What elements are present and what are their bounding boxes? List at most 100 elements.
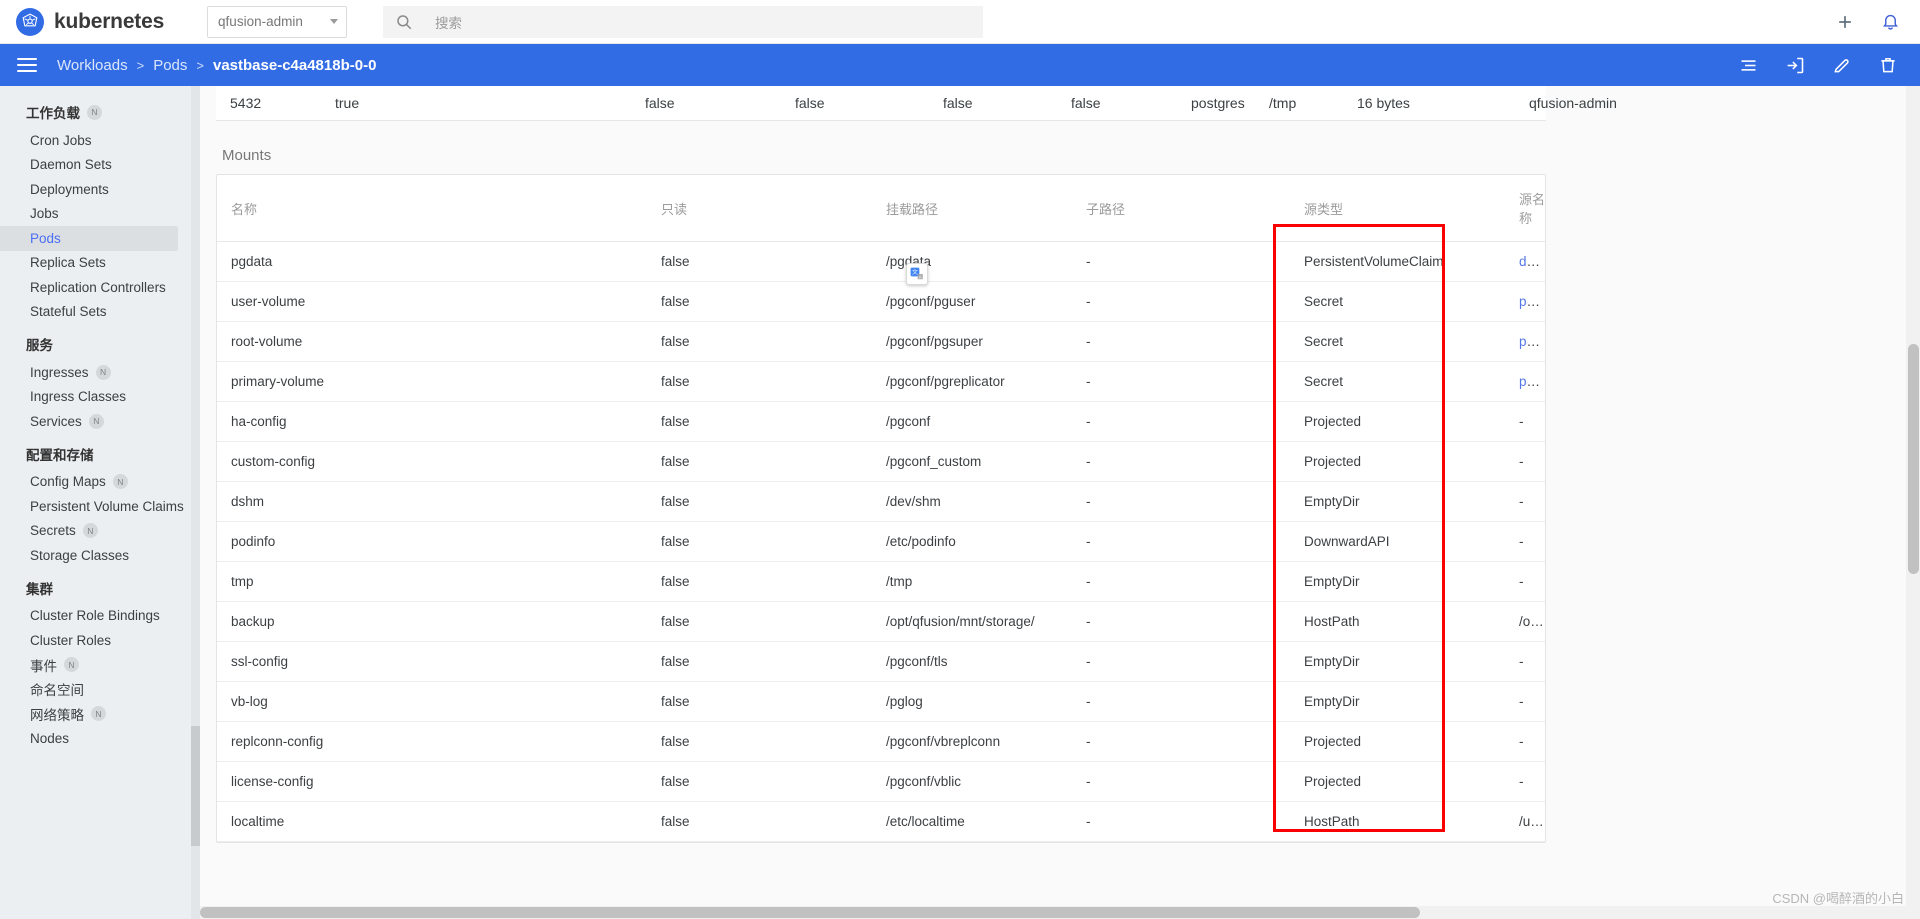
sidebar-item-label: Secrets	[30, 523, 76, 539]
cell-readonly: false	[647, 241, 872, 282]
breadcrumb-item-pods[interactable]: Pods	[153, 57, 187, 74]
sidebar-item-cron-jobs[interactable]: Cron Jobs	[0, 128, 200, 153]
sidebar-item-replication-controllers[interactable]: Replication Controllers	[0, 275, 200, 300]
sidebar-item-nodes[interactable]: Nodes	[0, 726, 200, 751]
sidebar-item-secrets[interactable]: Secrets N	[0, 519, 200, 544]
cell-mount-name: ha-config	[217, 401, 647, 442]
sidebar-item-jobs[interactable]: Jobs	[0, 202, 200, 227]
cell-tmp-path: /tmp	[1269, 95, 1297, 111]
sidebar-item-ingresses[interactable]: Ingresses N	[0, 360, 200, 385]
cell-source-name[interactable]: pg-user-vastbase-c4a4818b	[1505, 321, 1545, 362]
sidebar-item-label: Pods	[30, 230, 61, 246]
sidebar-item-label: Persistent Volume Claims	[30, 498, 184, 514]
edit-icon[interactable]	[1832, 55, 1852, 75]
logs-icon[interactable]	[1738, 55, 1759, 76]
horizontal-scrollbar-track[interactable]	[200, 906, 1920, 919]
source-name-link[interactable]: pg-user-vastbase-c4a4818b	[1519, 334, 1545, 349]
table-row: vb-log false/pglog - EmptyDir -	[217, 681, 1545, 722]
cell-port: 5432	[230, 95, 262, 111]
sidebar-item-daemon-sets[interactable]: Daemon Sets	[0, 153, 200, 178]
plus-icon[interactable]	[1835, 12, 1855, 32]
cell-readonly: false	[647, 721, 872, 762]
sidebar-scrollbar-track[interactable]	[191, 86, 200, 919]
search-input[interactable]: 搜索	[435, 12, 462, 32]
column-header-mount-path[interactable]: 挂载路径	[872, 175, 1072, 242]
cell-source-name[interactable]: pg-user-vastbase-c4a4818b	[1505, 361, 1545, 402]
sidebar-item-网络策略[interactable]: 网络策略 N	[0, 702, 200, 727]
sidebar-item-label: Services	[30, 413, 82, 429]
container-details-partial-row: 5432 true false false false false postgr…	[216, 86, 1617, 121]
cell-mount-path: /etc/localtime	[872, 801, 1072, 842]
column-header-source-name[interactable]: 源名称	[1505, 175, 1545, 242]
page-body: 工作负载 N Cron Jobs Daemon Sets Deployments Jobs…	[0, 86, 1920, 919]
source-name-link[interactable]: data-vastbase-c4a4818b-0-0	[1519, 254, 1545, 269]
sidebar-item-cluster-role-bindings[interactable]: Cluster Role Bindings	[0, 604, 200, 629]
sidebar-item-badge: N	[112, 474, 128, 490]
column-header-name[interactable]: 名称	[217, 175, 647, 242]
column-header-readonly[interactable]: 只读	[647, 175, 872, 242]
cell-mount-path: /pgconf/tls	[872, 641, 1072, 682]
table-row: primary-volume false/pgconf/pgreplicator -…	[217, 361, 1545, 402]
vertical-scrollbar-thumb[interactable]	[1908, 344, 1919, 574]
breadcrumb-item-current: vastbase-c4a4818b-0-0	[212, 56, 377, 74]
sidebar-item-persistent-volume-claims[interactable]: Persistent Volume ClaimsN	[0, 494, 200, 519]
breadcrumb-item-workloads[interactable]: Workloads	[57, 57, 128, 74]
cell-source-name: -	[1505, 761, 1545, 802]
namespace-selector[interactable]: qfusion-admin	[207, 5, 348, 38]
cell-source-type: HostPath	[1290, 601, 1505, 642]
sidebar-item-storage-classes[interactable]: Storage Classes	[0, 543, 200, 568]
horizontal-scrollbar-thumb[interactable]	[200, 907, 1420, 918]
cell-sub-path: -	[1072, 521, 1290, 562]
vertical-scrollbar-track[interactable]	[1906, 86, 1920, 919]
sidebar-item-pods[interactable]: Pods	[0, 226, 178, 251]
top-app-bar: kubernetes qfusion-admin 搜索	[0, 0, 1920, 44]
menu-toggle-icon[interactable]	[17, 58, 37, 72]
cell-readonly: false	[647, 681, 872, 722]
mounts-section-title: Mounts	[222, 147, 272, 164]
cell-mount-name: primary-volume	[217, 361, 647, 402]
cell-source-name[interactable]: pg-user-vastbase-c4a4818b	[1505, 281, 1545, 322]
sidebar-item-label: Cron Jobs	[30, 132, 92, 148]
sidebar-item-stateful-sets[interactable]: Stateful Sets	[0, 300, 200, 325]
sidebar-group-label: 服务	[26, 338, 53, 353]
source-name-link[interactable]: pg-user-vastbase-c4a4818b	[1519, 374, 1545, 389]
column-header-source-type[interactable]: 源类型	[1290, 175, 1505, 242]
cell-source-name[interactable]: data-vastbase-c4a4818b-0-0	[1505, 241, 1545, 282]
sidebar-item-事件[interactable]: 事件 N	[0, 653, 200, 678]
sidebar-item-services[interactable]: Services N	[0, 409, 200, 434]
brand-logo-area[interactable]: kubernetes	[16, 7, 164, 36]
cell-readonly: false	[647, 481, 872, 522]
sidebar-item-label: Storage Classes	[30, 547, 130, 563]
sidebar-item-deployments[interactable]: Deployments	[0, 177, 200, 202]
global-search-box[interactable]: 搜索	[383, 5, 984, 38]
sidebar-item-replica-sets[interactable]: Replica Sets	[0, 251, 200, 276]
cell-sub-path: -	[1072, 241, 1290, 282]
cell-sub-path: -	[1072, 721, 1290, 762]
table-row: pgdata false/pgdata - PersistentVolumeClaim…	[217, 241, 1545, 282]
cell-readonly: false	[647, 361, 872, 402]
cell-mount-path: /pgconf/vblic	[872, 761, 1072, 802]
sidebar-item-cluster-roles[interactable]: Cluster Roles	[0, 628, 200, 653]
sidebar-item-命名空间[interactable]: 命名空间	[0, 677, 200, 702]
cell-source-name: /usr/share/zoneinfo/Asia/Shanghai	[1505, 801, 1545, 842]
sidebar-scrollbar-thumb[interactable]	[191, 726, 200, 846]
mounts-card: 名称 只读 挂载路径 子路径 源类型 源名称 pgdata false/pgdat…	[216, 174, 1546, 843]
kubernetes-logo-icon	[16, 7, 44, 36]
column-header-sub-path[interactable]: 子路径	[1072, 175, 1290, 242]
svg-text:A: A	[919, 274, 922, 279]
cell-source-type: EmptyDir	[1290, 641, 1505, 682]
google-translate-icon[interactable]: 文 A	[906, 263, 928, 285]
delete-icon[interactable]	[1878, 55, 1898, 75]
cell-source-type: EmptyDir	[1290, 481, 1505, 522]
mounts-table: 名称 只读 挂载路径 子路径 源类型 源名称 pgdata false/pgdat…	[217, 175, 1545, 842]
cell-sub-path: -	[1072, 801, 1290, 842]
notification-bell-icon[interactable]	[1881, 12, 1900, 31]
sidebar-item-config-maps[interactable]: Config Maps N	[0, 470, 200, 495]
cell-readonly: false	[647, 441, 872, 482]
sidebar-item-label: Deployments	[30, 181, 109, 197]
sidebar-item-label: 事件	[30, 658, 57, 674]
cell-source-name: /opt/qfusion/mnt/storage/	[1505, 601, 1545, 642]
exec-shell-icon[interactable]	[1785, 55, 1806, 76]
sidebar-item-ingress-classes[interactable]: Ingress Classes	[0, 385, 200, 410]
source-name-link[interactable]: pg-user-vastbase-c4a4818b	[1519, 294, 1545, 309]
